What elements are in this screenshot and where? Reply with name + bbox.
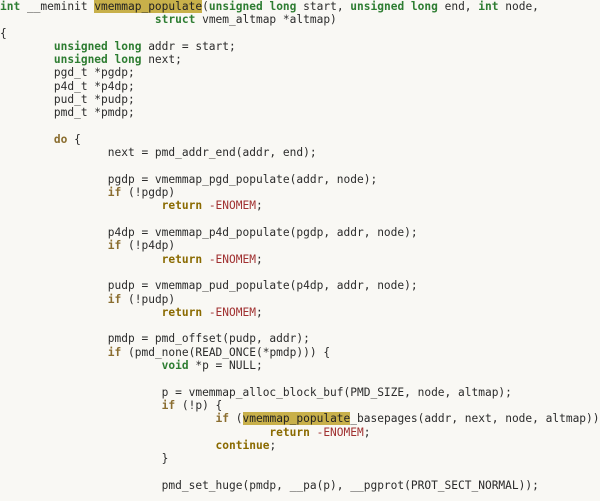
kw-int: int [478, 0, 498, 13]
t: { [67, 133, 80, 146]
brace: { [0, 27, 7, 40]
kw-do: do [54, 133, 67, 146]
kw-return: return [269, 426, 309, 439]
t: ; [256, 199, 263, 212]
t: _basepages(addr, next, node, altmap)) [350, 412, 599, 425]
kw-ul: unsigned long [54, 40, 142, 53]
kw-return: return [162, 199, 202, 212]
kw-ul: unsigned long [54, 53, 142, 66]
t: node, [499, 0, 539, 13]
kw-if: if [216, 412, 229, 425]
t: addr = start; [141, 40, 235, 53]
stmt: pmdp = pmd_offset(pudp, addr); [108, 332, 310, 345]
stmt: pgdp = vmemmap_pgd_populate(addr, node); [108, 173, 377, 186]
t: ( [229, 412, 242, 425]
t: ; [256, 253, 263, 266]
t: (!pgdp) [121, 186, 175, 199]
t: __meminit [20, 0, 94, 13]
decl: pud_t *pudp; [54, 93, 135, 106]
t: (pmd_none(READ_ONCE(*pmdp))) { [121, 346, 330, 359]
t: ( [202, 0, 209, 13]
decl: pmd_t *pmdp; [54, 106, 135, 119]
t: ; [364, 426, 371, 439]
stmt: pudp = vmemmap_pud_populate(p4dp, addr, … [108, 279, 418, 292]
t: next; [141, 53, 181, 66]
fn-highlight: vmemmap_populate [94, 0, 202, 13]
kw-continue: continue [216, 439, 270, 452]
decl: pgd_t *pgdp; [54, 66, 135, 79]
code-block: int __meminit vmemmap_populate(unsigned … [0, 0, 600, 492]
stmt: next = pmd_addr_end(addr, end); [108, 146, 317, 159]
const: -ENOMEM [310, 426, 364, 439]
kw-if: if [162, 399, 175, 412]
const: -ENOMEM [202, 253, 256, 266]
t: end, [438, 0, 478, 13]
stmt: p4dp = vmemmap_p4d_populate(pgdp, addr, … [108, 226, 418, 239]
kw-int: int [0, 0, 20, 13]
kw-void: void [162, 359, 189, 372]
kw-if: if [108, 346, 121, 359]
kw-if: if [108, 293, 121, 306]
kw-return: return [162, 306, 202, 319]
t: (!p4dp) [121, 239, 175, 252]
kw-ul: unsigned long [209, 0, 297, 13]
kw-struct: struct [155, 13, 195, 26]
t: start, [296, 0, 350, 13]
const: -ENOMEM [202, 199, 256, 212]
t: (!p) { [175, 399, 222, 412]
t: *p = NULL; [189, 359, 263, 372]
kw-if: if [108, 186, 121, 199]
t: ; [269, 439, 276, 452]
decl: p4d_t *p4dp; [54, 80, 135, 93]
t: ; [256, 306, 263, 319]
brace: } [162, 452, 169, 465]
kw-ul: unsigned long [350, 0, 438, 13]
kw-if: if [108, 239, 121, 252]
t: (!pudp) [121, 293, 175, 306]
stmt: pmd_set_huge(pmdp, __pa(p), __pgprot(PRO… [162, 479, 539, 492]
kw-return: return [162, 253, 202, 266]
stmt: p = vmemmap_alloc_block_buf(PMD_SIZE, no… [162, 386, 512, 399]
t: vmem_altmap *altmap) [195, 13, 336, 26]
fn-highlight: vmemmap_populate [243, 412, 351, 425]
const: -ENOMEM [202, 306, 256, 319]
